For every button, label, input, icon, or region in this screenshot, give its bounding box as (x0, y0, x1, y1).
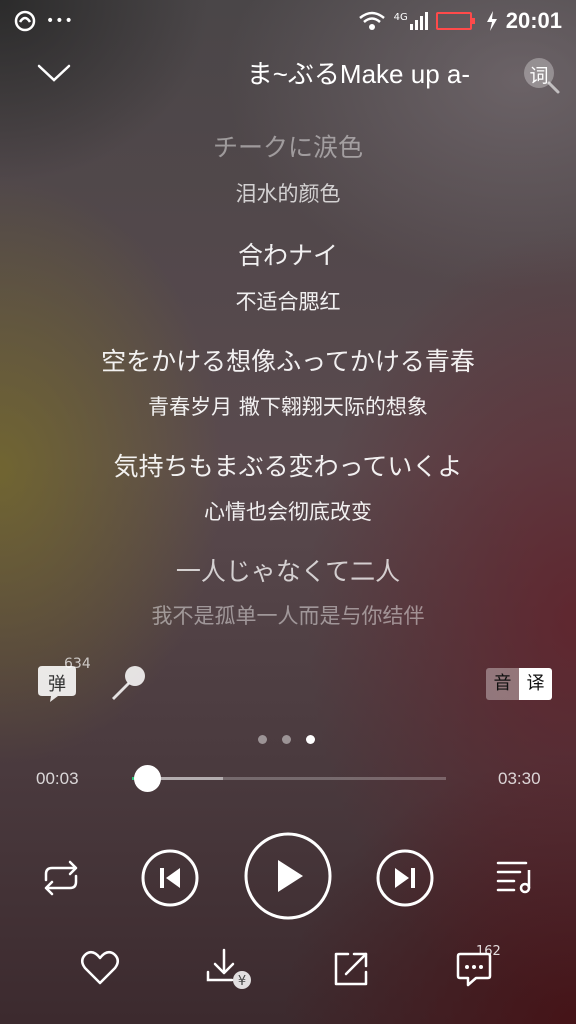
lyric-line-translation: 泪水的颜色 (235, 182, 341, 206)
lyric-line-original: 気持ちもまぶる変わっていくよ (113, 452, 463, 481)
lyric-line-original: 合わナイ (237, 241, 338, 270)
charging-icon (486, 11, 497, 31)
microphone-icon[interactable] (108, 664, 148, 704)
current-time: 00:03 (36, 769, 79, 788)
download-icon: ¥ (206, 948, 251, 989)
song-title: ま~ぶるMake up a- (246, 59, 470, 89)
svg-text:¥: ¥ (238, 974, 246, 989)
wifi-icon (358, 11, 385, 30)
lyric-mode-toggle[interactable]: 音 译 (486, 668, 552, 700)
original-lyrics-button[interactable]: 音 (486, 668, 519, 700)
lyric-line-translation: 我不是孤单一人而是与你结伴 (151, 604, 425, 628)
more-icon: ••• (46, 13, 74, 29)
progress-thumb[interactable] (134, 765, 162, 792)
lyric-line-translation: 青春岁月 撒下翱翔天际的想象 (148, 395, 428, 419)
status-left: ••• (14, 10, 74, 32)
lyrics-search-button[interactable]: 词 (522, 56, 560, 94)
lyric-line-translation: 心情也会彻底改变 (204, 500, 372, 524)
comment-count: 162 (476, 944, 501, 959)
signal-icon: 4G (394, 12, 428, 30)
playlist-icon[interactable] (496, 858, 536, 894)
lyric-line-translation: 不适合腮红 (235, 290, 341, 314)
danmu-label: 弹 (48, 674, 66, 695)
total-time: 03:30 (498, 769, 541, 788)
battery-icon (435, 12, 475, 30)
previous-button[interactable] (140, 848, 200, 908)
lyric-line-original: 一人じゃなくて二人 (175, 557, 401, 586)
translated-lyrics-button[interactable]: 译 (519, 668, 552, 700)
app-icon (14, 10, 36, 32)
status-bar: ••• 4G 20:01 (0, 0, 576, 40)
network-label: 4G (393, 12, 408, 23)
page-dot[interactable] (258, 735, 267, 744)
repeat-icon[interactable] (38, 858, 84, 898)
share-icon[interactable] (332, 950, 370, 988)
page-dot[interactable] (282, 735, 291, 744)
lyric-line-original: 空をかける想像ふってかける青春 (101, 347, 475, 376)
page-indicator (258, 735, 315, 744)
lyric-line-original: チークに涙色 (212, 133, 363, 162)
comments-button[interactable]: 162 (456, 944, 516, 988)
clock: 20:01 (505, 8, 562, 33)
danmu-count: 634 (64, 656, 91, 672)
chevron-down-icon[interactable] (36, 58, 72, 88)
next-button[interactable] (375, 848, 435, 908)
status-right: 4G 20:01 (358, 8, 562, 34)
page-dot-active[interactable] (306, 735, 315, 744)
play-button[interactable] (243, 831, 333, 921)
heart-icon[interactable] (80, 950, 120, 986)
lyrics-button-label: 词 (529, 65, 549, 87)
download-button[interactable]: ¥ (204, 948, 254, 992)
